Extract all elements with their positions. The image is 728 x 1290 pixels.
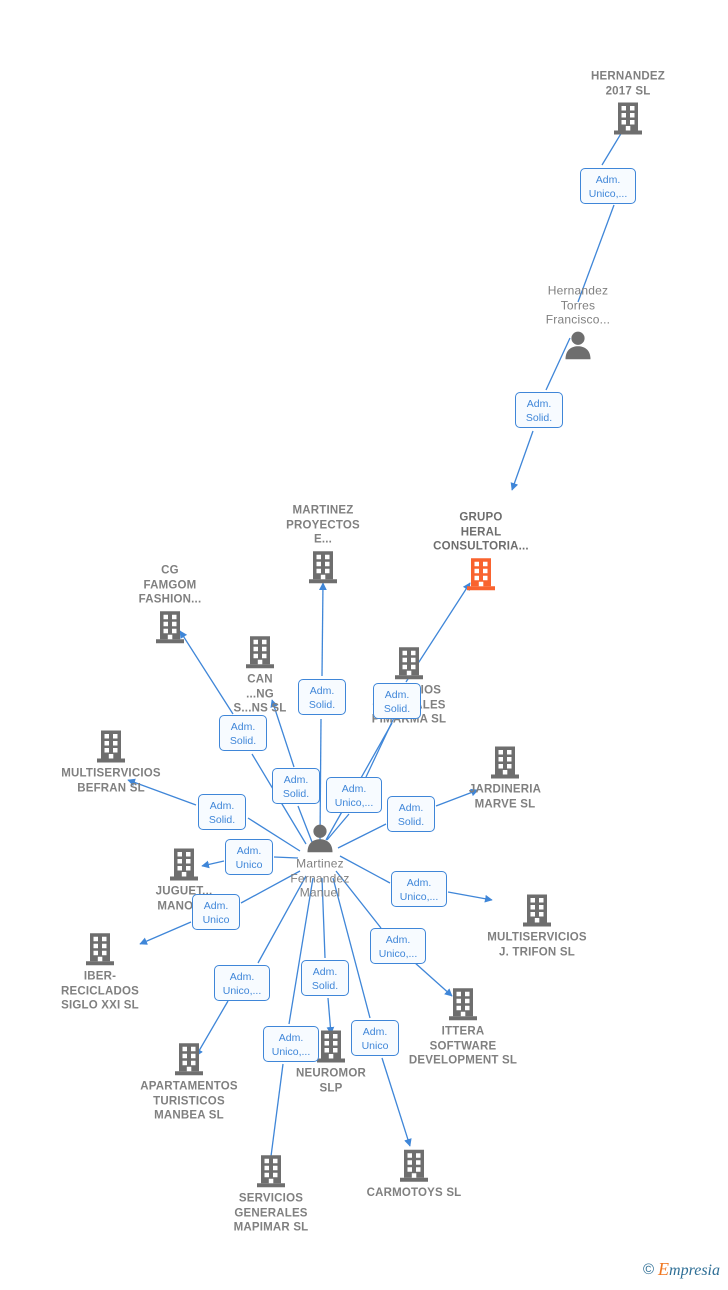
edge-label-e12[interactable]: Adm. Unico,... xyxy=(391,871,447,907)
watermark-initial: E xyxy=(658,1259,670,1279)
empresia-watermark: © Empresia xyxy=(643,1259,720,1280)
edge-label-e11[interactable]: Adm. Unico xyxy=(192,894,240,930)
node-label-iber_reciclados: IBER- RECICLADOS SIGLO XXI SL xyxy=(60,970,140,1012)
building-icon[interactable] xyxy=(520,893,554,929)
graph-node-jardineria_marve[interactable]: JARDINERIA MARVE SL xyxy=(430,745,580,812)
org-relationship-graph: HERNANDEZ 2017 SL Hernandez Torres Franci… xyxy=(0,0,728,1290)
building-icon[interactable] xyxy=(167,847,201,883)
graph-node-multiservicios_trifon[interactable]: MULTISERVICIOS J. TRIFON SL xyxy=(462,893,612,960)
edge-label-e4[interactable]: Adm. Solid. xyxy=(298,679,346,715)
edge-label-e16[interactable]: Adm. Unico,... xyxy=(263,1026,319,1062)
copyright-icon: © xyxy=(642,1261,655,1278)
building-icon[interactable] xyxy=(392,645,426,681)
building-icon[interactable] xyxy=(314,1029,348,1065)
edge-label-e5[interactable]: Adm. Solid. xyxy=(219,715,267,751)
edge-label-e10[interactable]: Adm. Unico xyxy=(225,839,273,875)
graph-node-martinez_proyectos[interactable]: MARTINEZ PROYECTOS E... xyxy=(248,503,398,585)
person-icon[interactable] xyxy=(562,329,594,361)
node-label-martinez_proyectos: MARTINEZ PROYECTOS E... xyxy=(286,504,360,546)
building-icon[interactable] xyxy=(254,1153,288,1189)
graph-node-iber_reciclados[interactable]: IBER- RECICLADOS SIGLO XXI SL xyxy=(25,931,175,1013)
graph-node-hernandez_torres[interactable]: Hernandez Torres Francisco... xyxy=(503,283,653,361)
edge-line-e2-tail xyxy=(510,430,534,491)
building-icon[interactable] xyxy=(397,1148,431,1184)
edge-label-e3[interactable]: Adm. Solid. xyxy=(373,683,421,719)
edge-label-e13[interactable]: Adm. Unico,... xyxy=(370,928,426,964)
edge-label-e9[interactable]: Adm. Solid. xyxy=(387,796,435,832)
graph-node-grupo_heral[interactable]: GRUPO HERAL CONSULTORIA... xyxy=(406,510,556,592)
graph-node-cg_famgom[interactable]: CG FAMGOM FASHION... xyxy=(95,563,245,645)
edge-label-e1[interactable]: Adm. Unico,... xyxy=(580,168,636,204)
building-icon[interactable] xyxy=(83,931,117,967)
graph-node-multiservicios_befran[interactable]: MULTISERVICIOS BEFRAN SL xyxy=(36,729,186,796)
edge-label-e6[interactable]: Adm. Solid. xyxy=(272,768,320,804)
edge-line-e16-path xyxy=(288,877,314,1025)
node-label-hernandez2017: HERNANDEZ 2017 SL xyxy=(591,70,665,98)
person-icon[interactable] xyxy=(304,822,336,854)
node-label-can_ng_ns: CAN ...NG S...NS SL xyxy=(233,673,287,715)
edge-label-e15[interactable]: Adm. Solid. xyxy=(301,960,349,996)
watermark-text: mpresia xyxy=(669,1262,720,1279)
node-label-martinez_fernandez: Martinez Fernandez Manuel xyxy=(290,856,350,900)
building-icon[interactable] xyxy=(446,986,480,1022)
building-icon[interactable] xyxy=(488,745,522,781)
edge-label-e17[interactable]: Adm. Unico xyxy=(351,1020,399,1056)
graph-node-apartamentos_manbea[interactable]: APARTAMENTOS TURISTICOS MANBEA SL xyxy=(114,1041,264,1123)
edge-label-e2[interactable]: Adm. Solid. xyxy=(515,392,563,428)
building-icon[interactable] xyxy=(172,1041,206,1077)
graph-node-ittera_software[interactable]: ITTERA SOFTWARE DEVELOPMENT SL xyxy=(388,986,538,1068)
node-label-cg_famgom: CG FAMGOM FASHION... xyxy=(138,564,202,606)
graph-node-servicios_mapimar[interactable]: SERVICIOS GENERALES MAPIMAR SL xyxy=(196,1153,346,1235)
building-icon[interactable] xyxy=(153,609,187,645)
node-label-servicios_mapimar: SERVICIOS GENERALES MAPIMAR SL xyxy=(233,1192,309,1234)
graph-node-carmotoys[interactable]: CARMOTOYS SL xyxy=(339,1148,489,1201)
node-label-multiservicios_befran: MULTISERVICIOS BEFRAN SL xyxy=(61,767,161,795)
edge-label-e7[interactable]: Adm. Unico,... xyxy=(326,777,382,813)
edge-label-e14[interactable]: Adm. Unico,... xyxy=(214,965,270,1001)
building-icon[interactable] xyxy=(243,634,277,670)
building-icon[interactable] xyxy=(306,549,340,585)
node-label-hernandez_torres: Hernandez Torres Francisco... xyxy=(545,283,611,327)
building-icon[interactable] xyxy=(94,729,128,765)
node-label-jardineria_marve: JARDINERIA MARVE SL xyxy=(468,783,542,811)
edge-label-e8[interactable]: Adm. Solid. xyxy=(198,794,246,830)
node-label-ittera_software: ITTERA SOFTWARE DEVELOPMENT SL xyxy=(408,1025,518,1067)
node-label-grupo_heral: GRUPO HERAL CONSULTORIA... xyxy=(433,511,529,553)
node-label-carmotoys: CARMOTOYS SL xyxy=(366,1186,462,1199)
building-icon[interactable] xyxy=(464,556,498,592)
node-label-neuromor: NEUROMOR SLP xyxy=(296,1067,366,1095)
node-label-multiservicios_trifon: MULTISERVICIOS J. TRIFON SL xyxy=(487,931,587,959)
graph-node-hernandez2017[interactable]: HERNANDEZ 2017 SL xyxy=(553,70,703,137)
node-label-apartamentos_manbea: APARTAMENTOS TURISTICOS MANBEA SL xyxy=(140,1080,238,1122)
building-icon[interactable] xyxy=(611,101,645,137)
